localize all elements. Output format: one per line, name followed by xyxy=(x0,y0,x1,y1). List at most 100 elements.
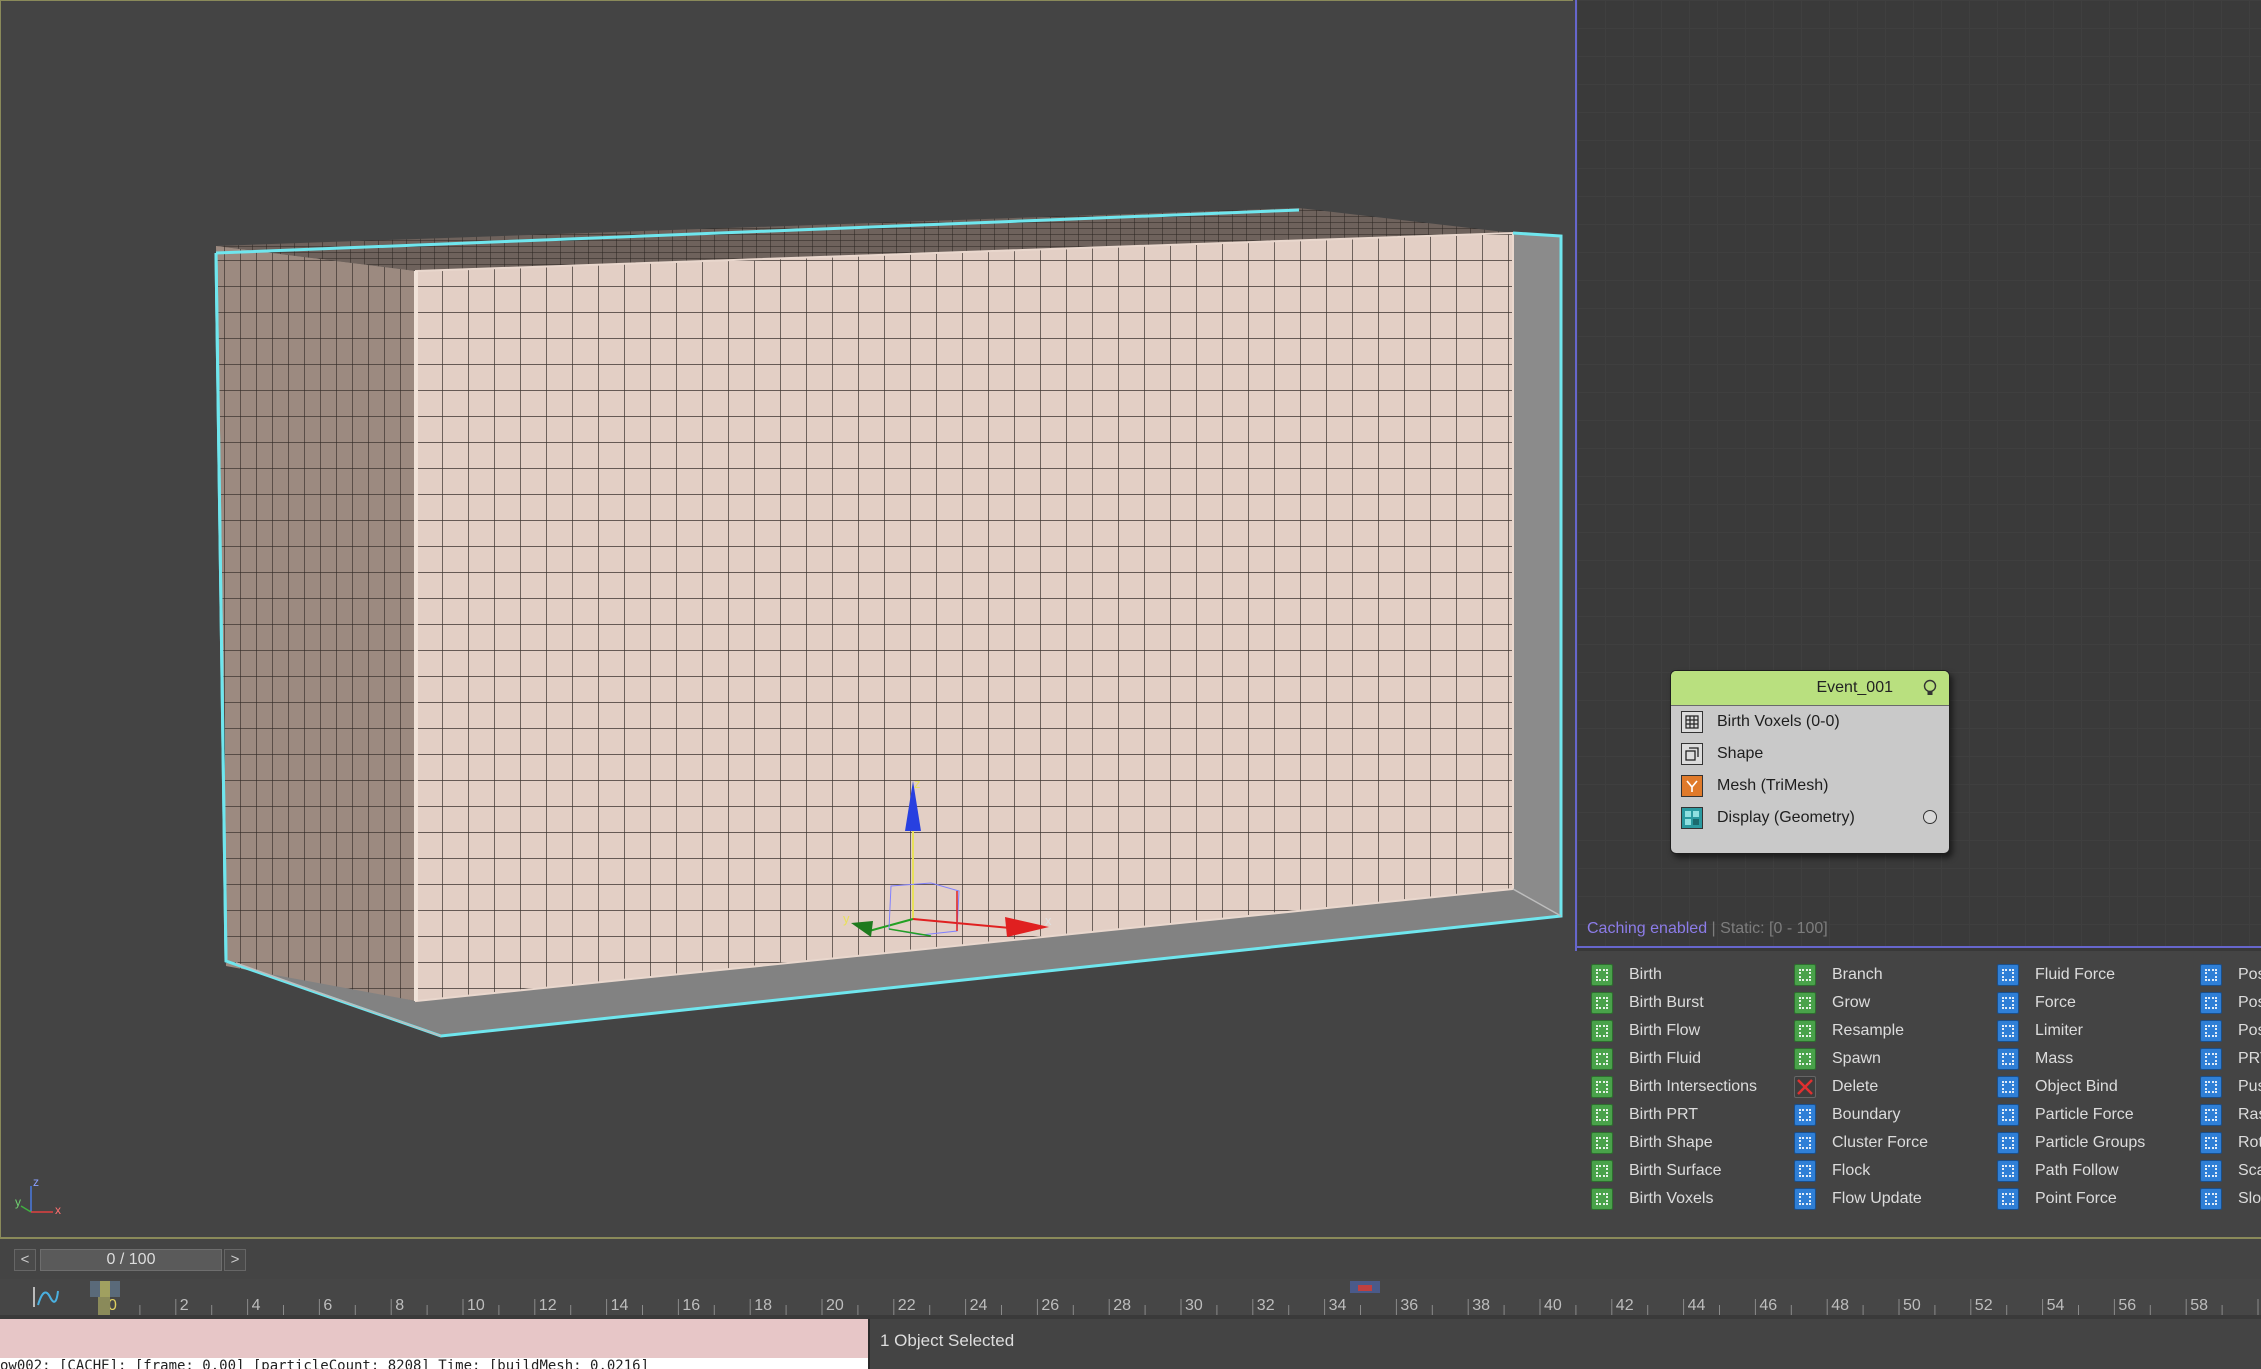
depot-item[interactable]: Birth Fluid xyxy=(1591,1045,1757,1073)
depot-item[interactable]: Flow Update xyxy=(1794,1185,1928,1213)
gizmo-x-label: x xyxy=(1045,913,1052,928)
timeline-label: 22 xyxy=(898,1297,916,1314)
birth-flow-icon xyxy=(1591,1020,1613,1042)
depot-item[interactable]: Spawn xyxy=(1794,1045,1928,1073)
depot-column-operators: Branch Grow Resample Spawn Delete Bounda… xyxy=(1794,961,1928,1213)
timeline-label: 54 xyxy=(2047,1297,2065,1314)
scale-icon xyxy=(2200,1160,2222,1182)
cluster-force-icon xyxy=(1794,1132,1816,1154)
axis-tripod-icon: z x y xyxy=(15,1176,61,1216)
cache-status: Caching enabled | Static: [0 - 100] xyxy=(1587,920,1828,937)
depot-column-forces: Fluid Force Force Limiter Mass Object Bi… xyxy=(1997,961,2145,1213)
depot-item[interactable]: Resample xyxy=(1794,1017,1928,1045)
depot-item[interactable]: Fluid Force xyxy=(1997,961,2145,989)
timeline-label: 10 xyxy=(467,1297,485,1314)
lightbulb-icon[interactable] xyxy=(1921,679,1939,697)
depot-item[interactable]: Particle Groups xyxy=(1997,1129,2145,1157)
depot-item[interactable]: Boundary xyxy=(1794,1101,1928,1129)
raster-icon xyxy=(2200,1104,2222,1126)
operator-depot[interactable]: Birth Birth Burst Birth Flow Birth Fluid… xyxy=(1577,951,2261,1237)
position-icon xyxy=(2200,1020,2222,1042)
depot-item[interactable]: Branch xyxy=(1794,961,1928,989)
current-frame-marker[interactable] xyxy=(98,1297,110,1315)
depot-item[interactable]: Pus xyxy=(2200,1073,2261,1101)
depot-item[interactable]: Pos xyxy=(2200,989,2261,1017)
corner-x-label: x xyxy=(55,1203,61,1216)
depot-item[interactable]: Birth PRT xyxy=(1591,1101,1757,1129)
boundary-icon xyxy=(1794,1104,1816,1126)
force-icon xyxy=(1997,992,2019,1014)
timeline-label: 28 xyxy=(1113,1297,1131,1314)
depot-column-position: Pos Pos Pos PRT Pus Ras Rot Sca Slo xyxy=(2200,961,2261,1213)
birth-intersections-icon xyxy=(1591,1076,1613,1098)
depot-item[interactable]: PRT xyxy=(2200,1045,2261,1073)
timeline-label: 12 xyxy=(539,1297,557,1314)
static-range: Static: [0 - 100] xyxy=(1720,920,1828,937)
operator-shape[interactable]: Shape xyxy=(1671,738,1949,770)
depot-item[interactable]: Mass xyxy=(1997,1045,2145,1073)
depot-item[interactable]: Slo xyxy=(2200,1185,2261,1213)
operator-birth-voxels[interactable]: Birth Voxels (0-0) xyxy=(1671,706,1949,738)
depot-item[interactable]: Birth Voxels xyxy=(1591,1185,1757,1213)
next-frame-button[interactable]: > xyxy=(224,1249,246,1271)
caching-status: Caching enabled xyxy=(1587,920,1708,937)
birth-shape-icon xyxy=(1591,1132,1613,1154)
gizmo-y-label: y xyxy=(843,911,850,926)
prev-frame-button[interactable]: < xyxy=(14,1249,36,1271)
event-header[interactable]: Event_001 xyxy=(1671,671,1949,706)
voxel-block[interactable] xyxy=(1,1,1573,1237)
corner-y-label: y xyxy=(15,1195,21,1209)
perspective-viewport[interactable]: z x y z x y xyxy=(0,0,1573,1237)
depot-item[interactable]: Birth Intersections xyxy=(1591,1073,1757,1101)
depot-item[interactable]: Rot xyxy=(2200,1129,2261,1157)
timeline-label: 58 xyxy=(2190,1297,2208,1314)
display-toggle[interactable] xyxy=(1923,810,1937,824)
mesh-icon xyxy=(1681,775,1703,797)
birth-burst-icon xyxy=(1591,992,1613,1014)
event-node[interactable]: Event_001 Birth Voxels (0-0) Shape Mesh … xyxy=(1670,670,1950,854)
path-follow-icon xyxy=(1997,1160,2019,1182)
timeline-label: 24 xyxy=(970,1297,988,1314)
depot-item[interactable]: Object Bind xyxy=(1997,1073,2145,1101)
time-slider-thumb[interactable]: 0 / 100 xyxy=(40,1249,222,1271)
birth-surface-icon xyxy=(1591,1160,1613,1182)
depot-item[interactable]: Sca xyxy=(2200,1157,2261,1185)
timeline[interactable]: 0 2 4 6 8 10 12 14 16 18 20 22 24 26 28 30 32 34 36 38 40 42 4… xyxy=(0,1279,2261,1315)
scene-canvas[interactable]: z x y xyxy=(1,1,1573,1237)
bbox-side-panel xyxy=(1513,233,1561,916)
time-slider[interactable]: < 0 / 100 > xyxy=(0,1239,2261,1279)
operator-display[interactable]: Display (Geometry) xyxy=(1671,802,1949,834)
delete-icon xyxy=(1794,1076,1816,1098)
birth-icon xyxy=(1591,964,1613,986)
branch-icon xyxy=(1794,964,1816,986)
timeline-ruler[interactable]: 0 2 4 6 8 10 12 14 16 18 20 22 24 26 28 30 32 34 36 38 40 42 4… xyxy=(0,1279,2261,1315)
display-icon xyxy=(1681,807,1703,829)
depot-item[interactable]: Limiter xyxy=(1997,1017,2145,1045)
depot-item[interactable]: Grow xyxy=(1794,989,1928,1017)
depot-item[interactable]: Path Follow xyxy=(1997,1157,2145,1185)
depot-item[interactable]: Cluster Force xyxy=(1794,1129,1928,1157)
depot-item[interactable]: Birth Surface xyxy=(1591,1157,1757,1185)
maxscript-listener[interactable]: ow002: [CACHE]: [frame: 0.00] [particleC… xyxy=(0,1319,868,1369)
timeline-label: 26 xyxy=(1041,1297,1059,1314)
depot-item[interactable]: Birth Flow xyxy=(1591,1017,1757,1045)
depot-item[interactable]: Delete xyxy=(1794,1073,1928,1101)
depot-item[interactable]: Point Force xyxy=(1997,1185,2145,1213)
timeline-label: 50 xyxy=(1903,1297,1921,1314)
particle-groups-icon xyxy=(1997,1132,2019,1154)
depot-item[interactable]: Pos xyxy=(2200,961,2261,989)
timeline-label: 48 xyxy=(1831,1297,1849,1314)
operator-mesh[interactable]: Mesh (TriMesh) xyxy=(1671,770,1949,802)
depot-item[interactable]: Birth Burst xyxy=(1591,989,1757,1017)
fluid-force-icon xyxy=(1997,964,2019,986)
timeline-label: 44 xyxy=(1688,1297,1706,1314)
depot-item[interactable]: Particle Force xyxy=(1997,1101,2145,1129)
depot-item[interactable]: Ras xyxy=(2200,1101,2261,1129)
depot-item[interactable]: Force xyxy=(1997,989,2145,1017)
depot-item[interactable]: Birth xyxy=(1591,961,1757,989)
depot-item[interactable]: Flock xyxy=(1794,1157,1928,1185)
depot-item[interactable]: Pos xyxy=(2200,1017,2261,1045)
depot-item[interactable]: Birth Shape xyxy=(1591,1129,1757,1157)
spawn-icon xyxy=(1794,1048,1816,1070)
timeline-label: 40 xyxy=(1544,1297,1562,1314)
